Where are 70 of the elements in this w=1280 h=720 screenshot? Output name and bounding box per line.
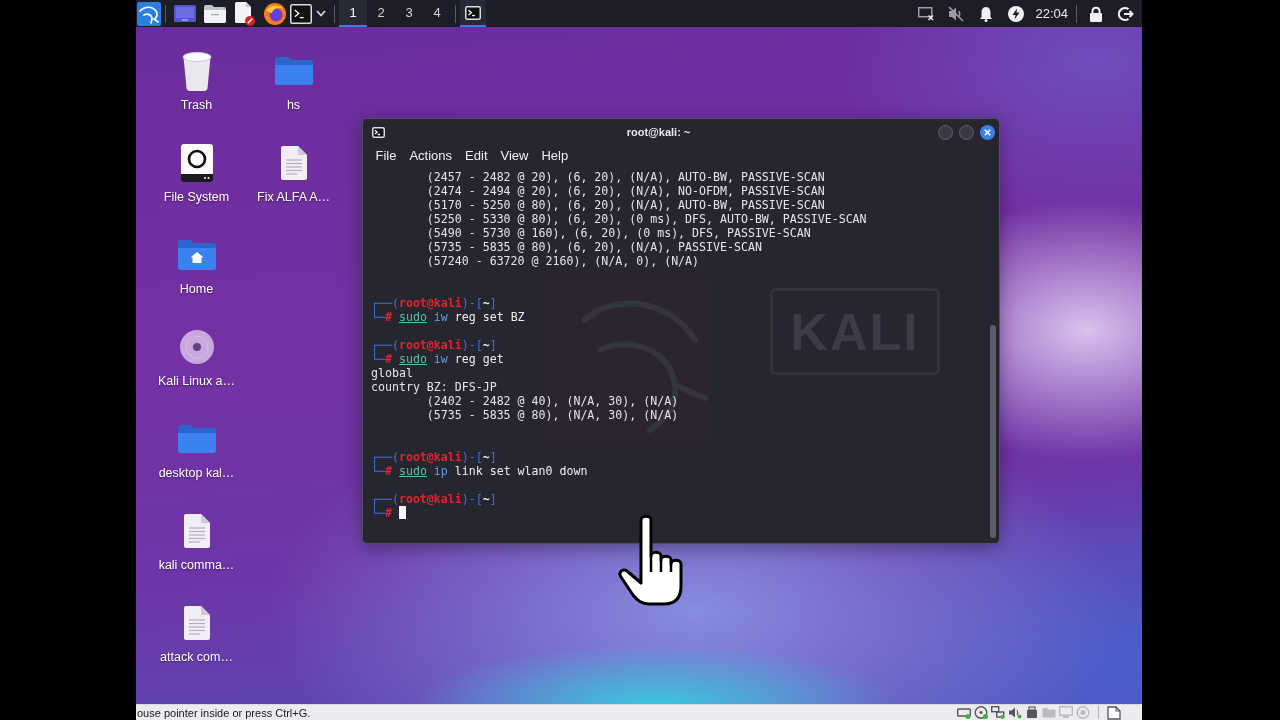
prompt-line: ┌──(root@kali)-[~] [371,492,497,506]
prompt-line: ┌──(root@kali)-[~] [371,338,497,352]
icon-label: hs [286,97,301,113]
command-line: └─# sudo ip link set wlan0 down [371,464,588,478]
device-icon[interactable] [1025,706,1039,719]
menu-item[interactable]: View [494,147,535,165]
output-line: country BZ: DFS-JP [371,380,497,394]
workspace-button[interactable]: 2 [367,0,395,27]
icon-label: desktop kal… [158,465,235,481]
document-icon[interactable] [235,1,255,26]
icon-label: Home [179,281,214,297]
terminal-icon [372,126,385,138]
menu-item[interactable]: File [369,147,403,165]
workspace-button[interactable]: 4 [423,0,451,27]
icon-label: kali comma… [158,557,235,573]
bell-icon[interactable] [979,5,994,22]
folder-icon[interactable] [204,4,226,23]
network-icon[interactable] [991,706,1005,719]
document-icon[interactable] [183,606,210,640]
icon-label: attack com… [160,649,233,665]
speaker-icon[interactable] [1008,706,1022,719]
scrollbar-thumb[interactable] [990,325,996,538]
status-message: ouse pointer inside or press Ctrl+G. [137,705,311,720]
prompt-line: ┌──(root@kali)-[~] [371,296,497,310]
browser-icon[interactable] [264,2,286,25]
chevron-down-icon[interactable] [316,10,326,17]
command-line: └─# [371,506,406,520]
bolt-icon[interactable] [1008,5,1025,22]
icon-label: Trash [180,97,213,113]
command-line: └─# sudo iw reg set BZ [371,310,525,324]
logout-icon[interactable] [1118,5,1134,22]
terminal-icon[interactable] [290,3,312,24]
output-line: (5170 - 5250 @ 80), (6, 20), (N/A), AUTO-BW, PASSIVE-SCAN [425,198,825,212]
lock-icon[interactable] [1089,5,1103,22]
output-line: global [371,366,413,380]
disc-icon[interactable] [974,706,988,719]
output-line: (2457 - 2482 @ 20), (6, 20), (N/A), AUTO-BW, PASSIVE-SCAN [425,170,825,184]
output-line: (2474 - 2494 @ 20), (6, 20), (N/A), NO-OFDM, PASSIVE-SCAN [425,184,825,198]
trash-icon[interactable] [181,51,212,91]
document-icon[interactable] [183,514,210,548]
output-line: (5735 - 5835 @ 80), (6, 20), (N/A), PASSIVE-SCAN [425,240,762,254]
dragon-icon[interactable] [137,1,161,26]
menu-item[interactable]: Help [534,147,575,165]
clock[interactable]: 22:04 [1031,6,1072,21]
icon-label: Kali Linux a… [157,373,236,389]
close-icon[interactable] [980,124,995,140]
output-line: (2402 - 2482 @ 40), (N/A, 30), (N/A) [425,394,679,408]
drive-icon[interactable] [180,144,213,182]
document-icon[interactable] [280,146,307,180]
menu-item[interactable]: Edit [458,147,494,165]
terminal-icon [465,5,481,20]
output-line: (5250 - 5330 @ 80), (6, 20), (0 ms), DFS, AUTO-BW, PASSIVE-SCAN [425,212,867,226]
disc-icon[interactable] [179,330,214,364]
prompt-line: ┌──(root@kali)-[~] [371,450,497,464]
workspace-button[interactable]: 3 [395,0,423,27]
output-line: (57240 - 63720 @ 2160), (N/A, 0), (N/A) [425,254,700,268]
menu-item[interactable]: Actions [402,147,459,165]
window-title: root@kali: ~ [625,126,692,138]
output-line: (5490 - 5730 @ 160), (6, 20), (0 ms), DFS, PASSIVE-SCAN [425,226,811,240]
page-icon[interactable] [1107,705,1121,720]
display-icon[interactable] [918,6,935,21]
workspace-button[interactable]: 1 [339,0,367,27]
hand-cursor-icon [617,514,684,606]
muted-speaker-icon[interactable] [948,5,965,22]
command-line: └─# sudo iw reg get [371,352,504,366]
output-line: (5735 - 5835 @ 80), (N/A, 30), (N/A) [425,408,679,422]
home-folder-icon[interactable] [177,240,216,270]
window-button[interactable] [460,0,486,27]
icon-label: File System [163,189,230,205]
icon-label: Fix ALFA A… [257,189,330,205]
